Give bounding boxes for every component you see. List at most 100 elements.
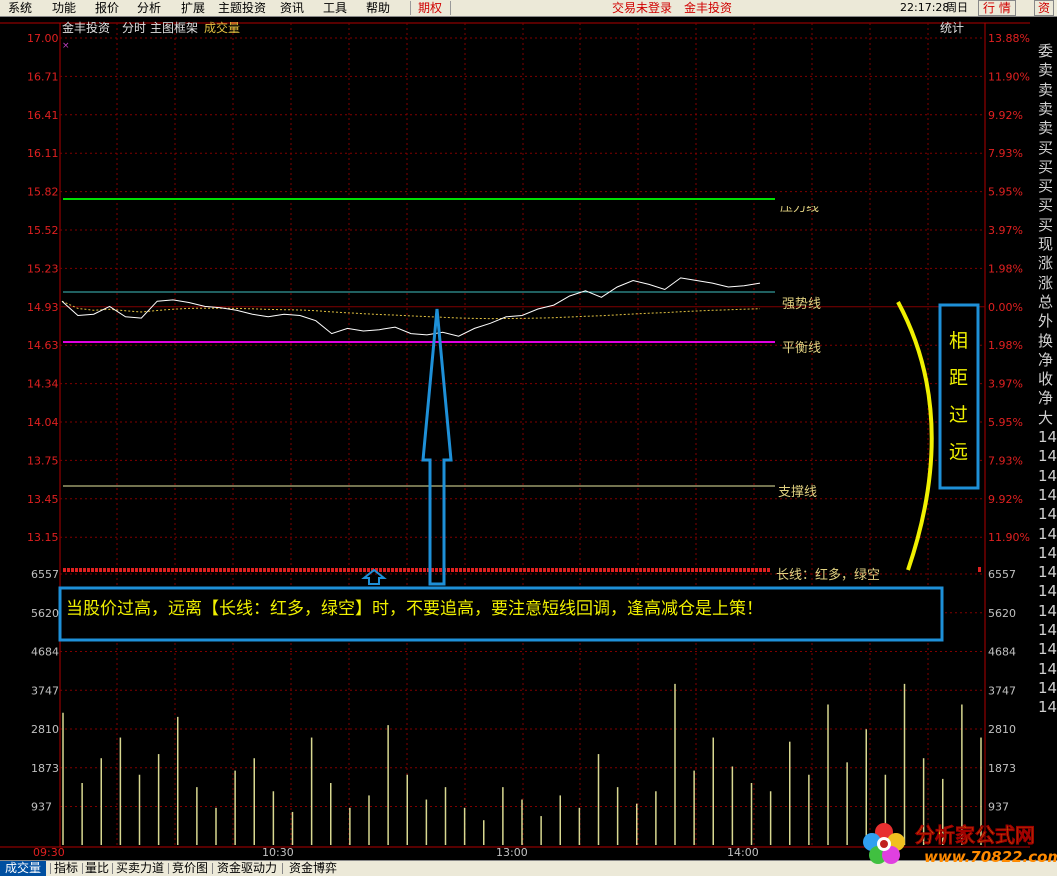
frame-label[interactable]: 主图框架 bbox=[150, 21, 198, 35]
pct-tick-label: 9.92% bbox=[988, 493, 1023, 506]
menu-item[interactable]: 扩展 bbox=[181, 0, 205, 16]
indicator-tab[interactable]: 资金驱动力 bbox=[214, 861, 280, 876]
side-panel-row: 净 bbox=[1038, 350, 1054, 369]
time-tick-label: 14:00 bbox=[727, 846, 759, 859]
info-button[interactable]: 资 bbox=[1034, 0, 1055, 16]
side-note-char: 距 bbox=[949, 367, 968, 389]
side-panel-row: 买 bbox=[1038, 138, 1054, 157]
clock: 22:17:28 bbox=[900, 1, 950, 14]
volume-tick-label: 2810 bbox=[31, 723, 59, 736]
side-panel-row: 14 bbox=[1038, 524, 1057, 543]
side-panel-row: 涨 bbox=[1038, 273, 1054, 292]
indicator-tab[interactable]: 成交量 bbox=[0, 861, 46, 876]
menu-item[interactable]: 系统 bbox=[8, 0, 32, 16]
side-panel-row: 14 bbox=[1038, 466, 1057, 485]
volume-tick-label-right: 937 bbox=[988, 801, 1009, 814]
side-panel-row: 外 bbox=[1038, 312, 1054, 331]
indicator-tab[interactable]: 买卖力道 bbox=[114, 861, 166, 876]
side-panel-row: 14 bbox=[1038, 563, 1057, 582]
menu-item[interactable]: 主题投资 bbox=[218, 0, 266, 16]
price-tick-label: 16.71 bbox=[27, 70, 59, 83]
volume-tick-label: 6557 bbox=[31, 568, 59, 581]
trade-status: 交易未登录 bbox=[612, 1, 673, 15]
indicator-tab[interactable]: 指标 bbox=[52, 861, 80, 876]
menu-item[interactable]: 报价 bbox=[95, 0, 119, 16]
marker-icon: × bbox=[62, 41, 70, 51]
side-panel-row: 换 bbox=[1038, 331, 1054, 350]
side-note-char: 过 bbox=[949, 404, 968, 426]
weekday: 周日 bbox=[946, 1, 968, 14]
menu-item[interactable]: 工具 bbox=[323, 0, 347, 16]
side-panel-row: 卖 bbox=[1038, 61, 1054, 80]
menu-item[interactable]: 资讯 bbox=[280, 0, 304, 16]
tab-separator bbox=[50, 863, 51, 874]
price-tick-label: 15.82 bbox=[27, 186, 59, 199]
indicator-tab[interactable]: 资金博弈 bbox=[284, 861, 342, 876]
side-panel-row: 14 bbox=[1038, 621, 1057, 639]
chart-grid bbox=[0, 17, 1030, 860]
watermark-url: www.70822.com bbox=[924, 848, 1057, 866]
side-panel-row: 现 bbox=[1038, 235, 1054, 253]
price-tick-label: 14.93 bbox=[27, 301, 59, 314]
strong-line-label: 强势线 bbox=[782, 296, 821, 312]
side-panel-row: 卖 bbox=[1038, 80, 1054, 99]
pct-tick-label: 11.90% bbox=[988, 70, 1030, 83]
mode-label[interactable]: 分时 bbox=[122, 21, 146, 35]
time-tick-label: 13:00 bbox=[496, 846, 528, 859]
pct-tick-label: 9.92% bbox=[988, 109, 1023, 122]
volume-tick-label: 937 bbox=[31, 801, 52, 814]
quote-button[interactable]: 行 情 bbox=[978, 0, 1016, 16]
price-tick-label: 13.45 bbox=[27, 493, 59, 506]
site-watermark: 分析家公式网 www.70822.com bbox=[860, 818, 1057, 870]
menu-separator bbox=[450, 1, 451, 15]
side-panel-row: 卖 bbox=[1038, 119, 1054, 138]
price-tick-label: 13.75 bbox=[27, 454, 59, 467]
pct-tick-label: 7.93% bbox=[988, 454, 1023, 467]
long-line-marker bbox=[978, 567, 981, 572]
price-tick-label: 14.04 bbox=[27, 416, 59, 429]
pct-tick-label: 1.98% bbox=[988, 339, 1023, 352]
side-panel-row: 14 bbox=[1038, 505, 1057, 524]
menu-item[interactable]: 帮助 bbox=[366, 0, 390, 16]
balance-line-label: 平衡线 bbox=[782, 341, 821, 356]
side-note-char: 相 bbox=[949, 330, 968, 352]
indicator-tab[interactable]: 量比 bbox=[84, 861, 110, 876]
side-panel-row: 14 bbox=[1038, 640, 1057, 659]
pct-tick-label: 1.98% bbox=[988, 262, 1023, 275]
volume-tick-label-right: 3747 bbox=[988, 684, 1016, 697]
menu-item[interactable]: 分析 bbox=[137, 0, 161, 16]
price-tick-label: 13.15 bbox=[27, 531, 59, 544]
side-panel-row: 净 bbox=[1038, 389, 1054, 408]
intraday-chart[interactable]: 17.00 16.71 16.41 16.11 15.82 15.52 15.23 14.93… bbox=[0, 17, 1030, 860]
menu-separator bbox=[410, 1, 411, 15]
watermark-title: 分析家公式网 bbox=[915, 823, 1035, 847]
side-panel-row: 买 bbox=[1038, 157, 1054, 176]
side-panel-row: 买 bbox=[1038, 177, 1054, 196]
side-panel-row: 14 bbox=[1038, 485, 1057, 504]
stats-label[interactable]: 统计 bbox=[940, 21, 964, 35]
indicator-label[interactable]: 成交量 bbox=[204, 20, 240, 35]
menu-item[interactable]: 功能 bbox=[52, 0, 76, 16]
time-tick-label: 10:30 bbox=[262, 846, 294, 859]
side-panel-row: 14 bbox=[1038, 659, 1057, 678]
pct-tick-label: 7.93% bbox=[988, 147, 1023, 160]
side-panel-row: 总 bbox=[1038, 292, 1054, 311]
pct-tick-label: 3.97% bbox=[988, 224, 1023, 237]
side-panel-row: 14 bbox=[1038, 698, 1057, 717]
menu-options[interactable]: 期权 bbox=[418, 0, 442, 16]
side-panel-row: 收 bbox=[1038, 370, 1054, 389]
tab-separator bbox=[282, 863, 283, 874]
volume-tick-label: 5620 bbox=[31, 607, 59, 620]
price-tick-label: 16.41 bbox=[27, 109, 59, 122]
indicator-tab[interactable]: 竞价图 bbox=[170, 861, 210, 876]
long-line-label: 长线：红多，绿空 bbox=[776, 567, 880, 583]
side-panel-row: 14 bbox=[1038, 428, 1057, 446]
price-tick-label: 15.23 bbox=[27, 262, 59, 275]
side-panel-row: 14 bbox=[1038, 678, 1057, 697]
stock-name: 金丰投资 bbox=[62, 20, 110, 35]
pct-tick-label: 3.97% bbox=[988, 378, 1023, 391]
tab-separator bbox=[168, 863, 169, 874]
pct-tick-label: 0.00% bbox=[988, 301, 1023, 314]
side-panel-row: 14 bbox=[1038, 543, 1057, 562]
volume-tick-label-right: 5620 bbox=[988, 607, 1016, 620]
